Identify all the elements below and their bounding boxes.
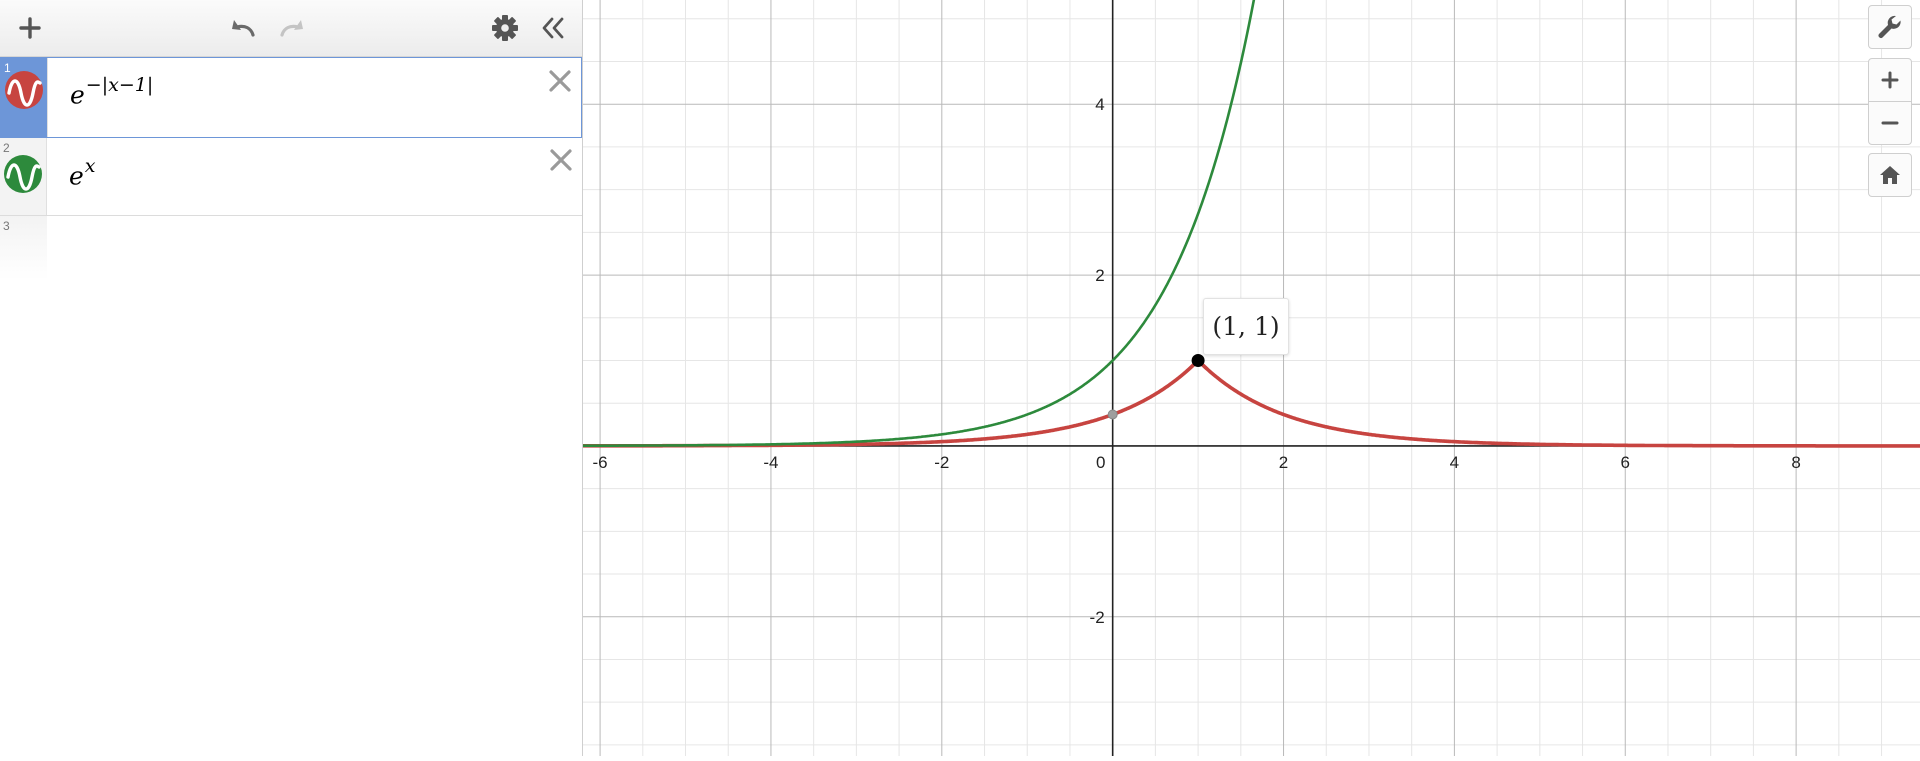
default-viewport-button[interactable] <box>1868 153 1912 197</box>
zoom-out-button[interactable] <box>1868 101 1912 145</box>
minor-gridlines <box>583 0 1920 756</box>
x-tick-label: 0 <box>1096 453 1105 472</box>
axes <box>583 0 1920 756</box>
x-tick-label: 4 <box>1450 453 1459 472</box>
curves <box>582 0 1920 448</box>
intercept-point <box>1107 409 1118 420</box>
expression-base: e <box>70 80 85 110</box>
x-tick-label: -2 <box>934 453 949 472</box>
y-tick-label: -2 <box>1090 608 1105 627</box>
series-line <box>582 0 1256 447</box>
graph-canvas[interactable]: -6 -4 -2 0 2 4 6 8 4 2 -2 <box>582 0 1920 756</box>
redo-icon <box>280 20 303 37</box>
wave-icon <box>5 71 43 109</box>
home-icon <box>1880 166 1900 184</box>
double-chevron-left-icon <box>542 17 564 39</box>
expression-index: 2 <box>3 141 10 155</box>
expression-index: 3 <box>3 219 10 233</box>
graph-color-toggle[interactable] <box>5 71 43 109</box>
collapse-panel-button[interactable] <box>535 10 571 46</box>
expression-gutter: 3 <box>0 216 47 280</box>
wrench-icon <box>1878 15 1901 39</box>
graph-plot[interactable]: -6 -4 -2 0 2 4 6 8 4 2 -2 <box>582 0 1920 756</box>
close-icon <box>549 70 571 92</box>
expression-row-empty[interactable]: 3 <box>0 216 582 280</box>
zoom-in-button[interactable] <box>1868 58 1912 102</box>
expression-base: e <box>69 161 84 191</box>
expression-exponent: x <box>84 155 96 177</box>
expression-gutter: 2 <box>0 138 47 215</box>
x-tick-label: 8 <box>1791 453 1800 472</box>
plus-icon <box>19 17 41 39</box>
expression-toolbar <box>0 0 582 57</box>
redo-button[interactable] <box>274 10 310 46</box>
expression-exponent: −|x−1| <box>85 74 154 96</box>
add-expression-button[interactable] <box>12 10 48 46</box>
undo-icon <box>232 20 255 37</box>
wave-icon <box>4 155 42 193</box>
expression-input[interactable]: ex <box>69 155 96 191</box>
expression-row[interactable]: 2 ex <box>0 138 582 216</box>
graph-color-toggle[interactable] <box>4 155 42 193</box>
y-tick-label: 2 <box>1095 266 1104 285</box>
x-tick-label: 2 <box>1279 453 1288 472</box>
x-tick-label: -4 <box>763 453 778 472</box>
labeled-point <box>1191 353 1205 367</box>
point-coordinate-label: (1, 1) <box>1203 298 1289 355</box>
x-tick-label: 6 <box>1621 453 1630 472</box>
expression-input[interactable]: e−|x−1| <box>70 74 153 110</box>
gear-icon <box>492 15 518 41</box>
expression-gutter: 1 <box>1 58 48 137</box>
undo-button[interactable] <box>225 10 261 46</box>
delete-expression-button[interactable] <box>545 66 575 96</box>
y-tick-label: 4 <box>1095 95 1104 114</box>
delete-expression-button[interactable] <box>546 145 576 175</box>
expression-panel: 1 e−|x−1| 2 ex 3 <box>0 0 583 756</box>
minus-icon <box>1881 121 1899 125</box>
graph-settings-button[interactable] <box>1868 5 1912 49</box>
plus-icon <box>1881 71 1899 89</box>
close-icon <box>550 149 572 171</box>
major-gridlines <box>583 0 1920 756</box>
x-tick-label: -6 <box>593 453 608 472</box>
settings-button[interactable] <box>487 10 523 46</box>
expression-row[interactable]: 1 e−|x−1| <box>0 57 582 138</box>
